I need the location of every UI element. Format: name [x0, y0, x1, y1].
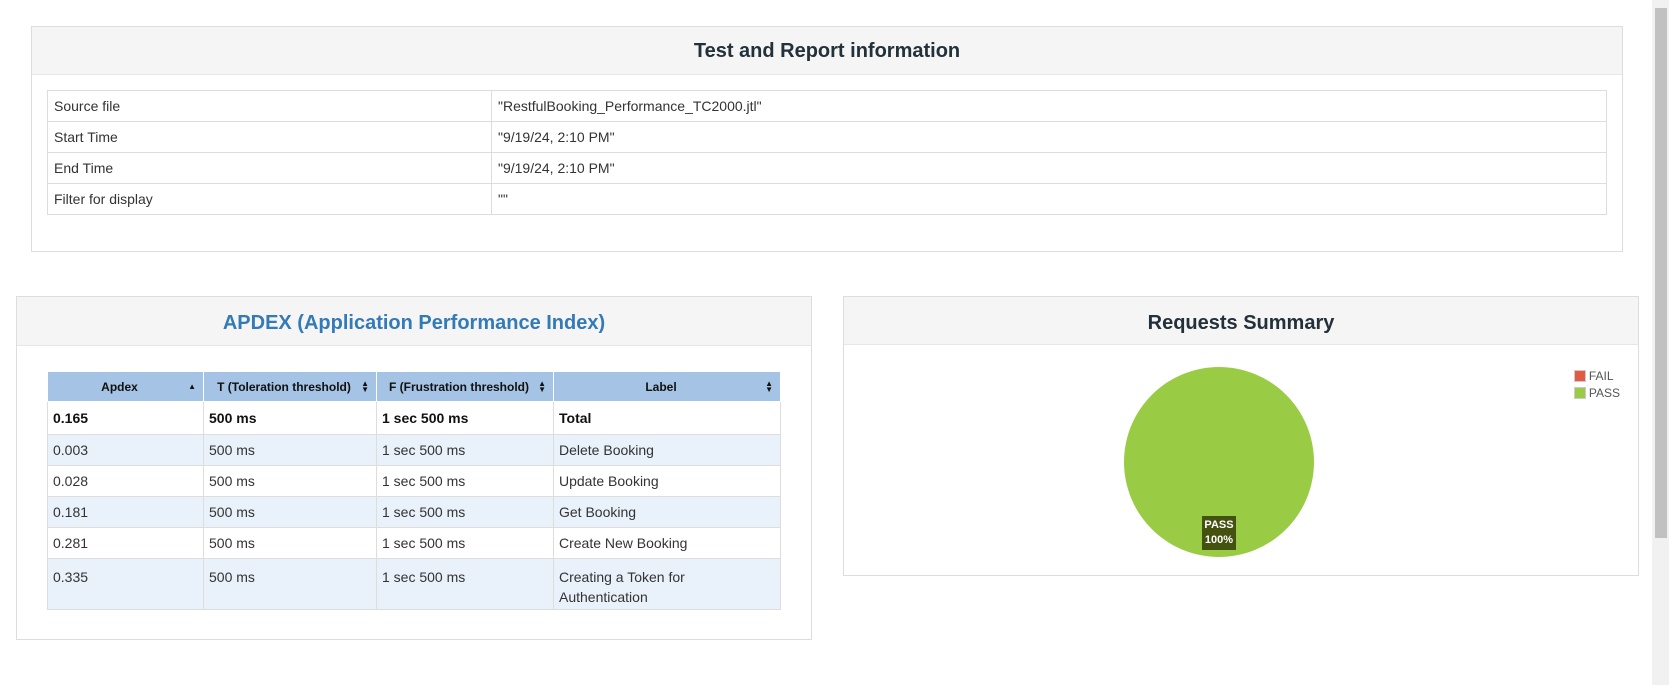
- info-value: "9/19/24, 2:10 PM": [491, 152, 1607, 184]
- cell-apdex: 0.335: [47, 558, 204, 610]
- legend-item-pass[interactable]: PASS: [1573, 384, 1620, 401]
- cell-frustration: 1 sec 500 ms: [376, 496, 554, 528]
- info-key: End Time: [47, 152, 492, 184]
- column-header-label: F (Frustration threshold): [389, 379, 529, 394]
- info-value: "": [491, 183, 1607, 215]
- info-value: "RestfulBooking_Performance_TC2000.jtl": [491, 90, 1607, 122]
- pie-label-name: PASS: [1204, 519, 1234, 531]
- sort-both-icon: ▲ ▼: [538, 378, 546, 394]
- sort-both-icon: ▲ ▼: [361, 378, 369, 394]
- cell-label: Delete Booking: [553, 434, 781, 466]
- cell-toleration: 500 ms: [203, 401, 377, 435]
- info-table: Source file "RestfulBooking_Performance_…: [47, 90, 1607, 215]
- cell-apdex: 0.028: [47, 465, 204, 497]
- column-header-label: T (Toleration threshold): [217, 379, 351, 394]
- panel-title: Test and Report information: [32, 27, 1622, 75]
- vertical-scrollbar[interactable]: [1652, 0, 1669, 685]
- column-header-frustration[interactable]: F (Frustration threshold) ▲ ▼: [376, 371, 554, 402]
- cell-toleration: 500 ms: [203, 527, 377, 559]
- panel-title: Requests Summary: [844, 297, 1638, 345]
- cell-frustration: 1 sec 500 ms: [376, 558, 554, 610]
- column-header-apdex[interactable]: Apdex ▲: [47, 371, 204, 402]
- cell-label: Create New Booking: [553, 527, 781, 559]
- info-row-end-time: End Time "9/19/24, 2:10 PM": [47, 152, 1607, 184]
- apdex-table: Apdex ▲ T (Toleration threshold) ▲ ▼ F (F…: [47, 371, 781, 610]
- cell-frustration: 1 sec 500 ms: [376, 434, 554, 466]
- legend-label: PASS: [1588, 385, 1620, 400]
- cell-apdex: 0.181: [47, 496, 204, 528]
- table-row: 0.003 500 ms 1 sec 500 ms Delete Booking: [47, 434, 781, 466]
- info-row-source-file: Source file "RestfulBooking_Performance_…: [47, 90, 1607, 122]
- cell-frustration: 1 sec 500 ms: [376, 401, 554, 435]
- table-row: 0.335 500 ms 1 sec 500 ms Creating a Tok…: [47, 558, 781, 610]
- cell-toleration: 500 ms: [203, 434, 377, 466]
- sort-asc-icon: ▲: [188, 381, 196, 391]
- cell-toleration: 500 ms: [203, 558, 377, 610]
- info-row-start-time: Start Time "9/19/24, 2:10 PM": [47, 121, 1607, 153]
- sort-both-icon: ▲ ▼: [765, 378, 773, 394]
- cell-label: Update Booking: [553, 465, 781, 497]
- info-key: Start Time: [47, 121, 492, 153]
- scrollbar-thumb[interactable]: [1655, 8, 1667, 538]
- pie-chart[interactable]: PASS 100%: [1118, 361, 1320, 563]
- pie-slice-label: PASS 100%: [1202, 516, 1236, 550]
- column-header-label[interactable]: Label ▲ ▼: [553, 371, 781, 402]
- legend-swatch: [1573, 369, 1586, 382]
- apdex-panel: APDEX (Application Performance Index) Ap…: [16, 296, 812, 640]
- info-row-filter: Filter for display "": [47, 183, 1607, 215]
- apdex-header-row: Apdex ▲ T (Toleration threshold) ▲ ▼ F (F…: [47, 371, 781, 402]
- info-key: Filter for display: [47, 183, 492, 215]
- cell-label: Creating a Token for Authentication: [553, 558, 781, 610]
- cell-apdex: 0.165: [47, 401, 204, 435]
- cell-apdex: 0.003: [47, 434, 204, 466]
- pie-label-percent: 100%: [1204, 534, 1234, 546]
- table-row: 0.028 500 ms 1 sec 500 ms Update Booking: [47, 465, 781, 497]
- chart-legend: FAIL PASS: [1573, 367, 1620, 401]
- table-row-total: 0.165 500 ms 1 sec 500 ms Total: [47, 401, 781, 435]
- cell-toleration: 500 ms: [203, 465, 377, 497]
- legend-swatch: [1573, 386, 1586, 399]
- panel-title: APDEX (Application Performance Index): [17, 297, 811, 346]
- cell-toleration: 500 ms: [203, 496, 377, 528]
- cell-frustration: 1 sec 500 ms: [376, 465, 554, 497]
- column-header-toleration[interactable]: T (Toleration threshold) ▲ ▼: [203, 371, 377, 402]
- cell-frustration: 1 sec 500 ms: [376, 527, 554, 559]
- legend-label: FAIL: [1588, 368, 1614, 383]
- info-key: Source file: [47, 90, 492, 122]
- table-row: 0.181 500 ms 1 sec 500 ms Get Booking: [47, 496, 781, 528]
- info-value: "9/19/24, 2:10 PM": [491, 121, 1607, 153]
- test-report-info-panel: Test and Report information Source file …: [31, 26, 1623, 252]
- cell-label: Get Booking: [553, 496, 781, 528]
- table-row: 0.281 500 ms 1 sec 500 ms Create New Boo…: [47, 527, 781, 559]
- legend-item-fail[interactable]: FAIL: [1573, 367, 1620, 384]
- requests-summary-panel: Requests Summary PASS 100% FAIL PASS: [843, 296, 1639, 576]
- cell-apdex: 0.281: [47, 527, 204, 559]
- cell-label: Total: [553, 401, 781, 435]
- column-header-label: Apdex: [101, 379, 138, 394]
- column-header-label: Label: [645, 379, 677, 394]
